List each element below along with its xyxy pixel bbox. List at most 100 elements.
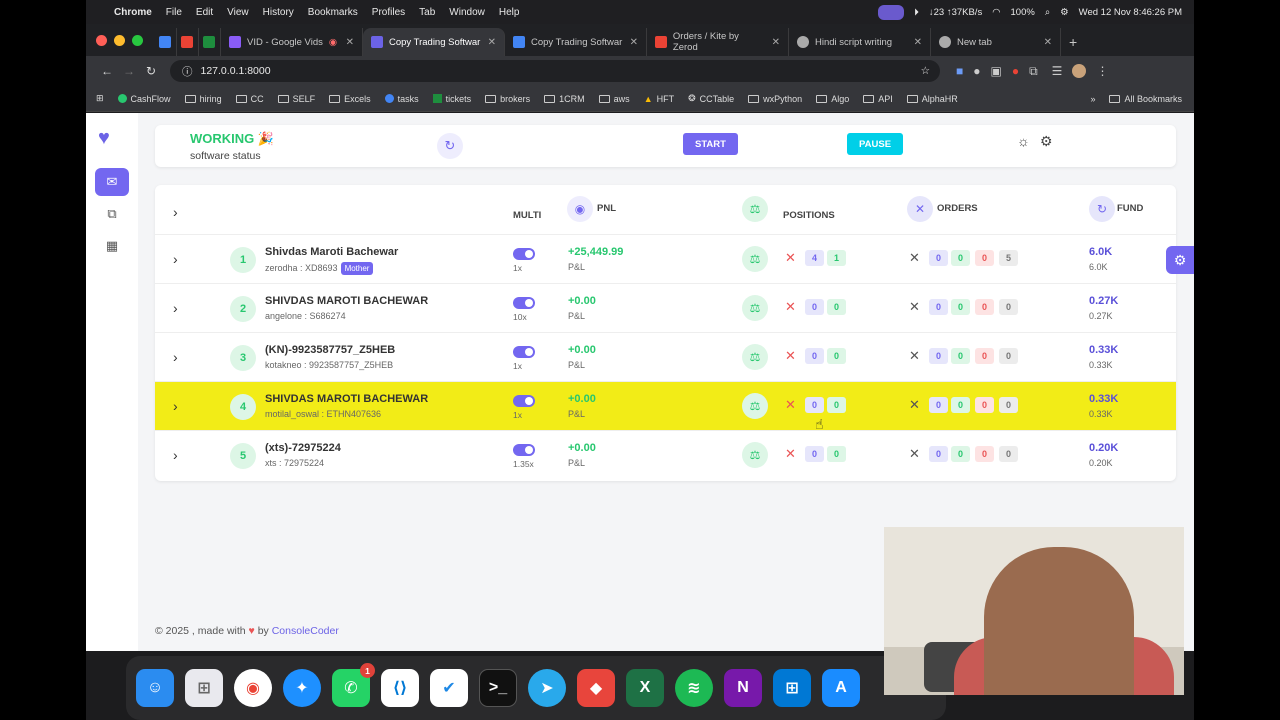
expand-all-chevron-icon[interactable]: › xyxy=(173,204,178,220)
close-all-orders-icon[interactable]: ✕ xyxy=(907,196,933,222)
minimize-window-button[interactable] xyxy=(114,35,125,46)
scale-icon[interactable]: ⚖ xyxy=(742,344,768,370)
close-window-button[interactable] xyxy=(96,35,107,46)
close-tab-icon[interactable]: ✕ xyxy=(772,37,780,48)
cancel-orders-icon[interactable]: ✕ xyxy=(909,299,920,315)
menu-tab[interactable]: Tab xyxy=(419,7,435,18)
scale-icon[interactable]: ⚖ xyxy=(742,295,768,321)
extension-icon[interactable]: ● xyxy=(1012,64,1019,78)
clock[interactable]: Wed 12 Nov 8:46:26 PM xyxy=(1079,7,1182,18)
bookmark-star-icon[interactable]: ☆ xyxy=(921,65,930,77)
expand-row-chevron-icon[interactable]: › xyxy=(173,349,178,365)
onenote-icon[interactable]: N xyxy=(724,669,762,707)
sidebar-item-mail[interactable]: ✉ xyxy=(95,168,129,196)
tab-vids[interactable]: VID - Google Vids ◉ ✕ xyxy=(221,28,363,56)
expand-row-chevron-icon[interactable]: › xyxy=(173,398,178,414)
close-tab-icon[interactable]: ✕ xyxy=(1044,37,1052,48)
extension-icon[interactable]: ■ xyxy=(956,64,963,78)
table-row[interactable]: › 1 Shivdas Maroti Bachewar zerodha : XD… xyxy=(155,235,1176,284)
bookmark-hft[interactable]: ▲ HFT xyxy=(644,94,674,104)
bookmark-alphahr[interactable]: AlphaHR xyxy=(906,94,958,104)
extensions-puzzle-icon[interactable]: ⧉ xyxy=(1029,64,1038,79)
tab-kite-orders[interactable]: Orders / Kite by Zerod ✕ xyxy=(647,28,789,56)
reading-list-icon[interactable]: ☰ xyxy=(1052,64,1063,78)
excel-icon[interactable]: X xyxy=(626,669,664,707)
bookmark-self[interactable]: SELF xyxy=(277,94,315,104)
close-positions-icon[interactable]: ✕ xyxy=(785,446,796,462)
close-positions-icon[interactable]: ✕ xyxy=(785,250,796,266)
url-field[interactable]: ⓘ 127.0.0.1:8000 ☆ xyxy=(170,60,940,82)
scale-icon[interactable]: ⚖ xyxy=(742,393,768,419)
launchpad-icon[interactable]: ⊞ xyxy=(185,669,223,707)
close-tab-icon[interactable]: ✕ xyxy=(488,37,496,48)
bookmark-aws[interactable]: aws xyxy=(598,94,630,104)
windows-app-icon[interactable]: ⊞ xyxy=(773,669,811,707)
app-logo-icon[interactable]: ♥ xyxy=(98,127,110,150)
multiplier-toggle[interactable] xyxy=(513,297,535,309)
cancel-orders-icon[interactable]: ✕ xyxy=(909,250,920,266)
expand-row-chevron-icon[interactable]: › xyxy=(173,447,178,463)
close-positions-icon[interactable]: ✕ xyxy=(785,299,796,315)
menu-bookmarks[interactable]: Bookmarks xyxy=(308,7,358,18)
site-info-icon[interactable]: ⓘ xyxy=(182,64,193,79)
menu-view[interactable]: View xyxy=(227,7,249,18)
bookmark-tickets[interactable]: tickets xyxy=(432,94,471,104)
tab-pinned-gmail[interactable] xyxy=(177,28,199,56)
close-tab-icon[interactable]: ✕ xyxy=(346,37,354,48)
safari-icon[interactable]: ✦ xyxy=(283,669,321,707)
scale-icon[interactable]: ⚖ xyxy=(742,246,768,272)
apps-grid-icon[interactable]: ⊞ xyxy=(96,93,104,104)
extension-icon[interactable]: ▣ xyxy=(991,64,1002,78)
bookmark-wxpython[interactable]: wxPython xyxy=(748,94,802,104)
whatsapp-icon[interactable]: ✆ 1 xyxy=(332,663,375,707)
table-row[interactable]: › 2 SHIVDAS MAROTI BACHEWAR angelone : S… xyxy=(155,284,1176,333)
start-button[interactable]: START xyxy=(683,133,738,155)
pause-button[interactable]: PAUSE xyxy=(847,133,904,155)
maximize-window-button[interactable] xyxy=(132,35,143,46)
battery-level[interactable]: 100% xyxy=(1011,7,1035,18)
multiplier-toggle[interactable] xyxy=(513,346,535,358)
menu-profiles[interactable]: Profiles xyxy=(372,7,405,18)
customizer-gear-icon[interactable]: ⚙ xyxy=(1166,246,1194,274)
close-tab-icon[interactable]: ✕ xyxy=(630,37,638,48)
sidebar-item-calendar[interactable]: ▦ xyxy=(95,232,129,260)
play-icon[interactable]: ⏵ xyxy=(914,7,919,18)
forward-icon[interactable]: → xyxy=(118,64,140,78)
menu-app[interactable]: Chrome xyxy=(114,7,152,18)
table-row-highlighted[interactable]: › 4 SHIVDAS MAROTI BACHEWAR motilal_oswa… xyxy=(155,382,1176,432)
close-tab-icon[interactable]: ✕ xyxy=(914,37,922,48)
terminal-icon[interactable]: >_ xyxy=(479,669,517,707)
expand-row-chevron-icon[interactable]: › xyxy=(173,300,178,316)
sidebar-item-chat[interactable]: ⧉ xyxy=(95,200,129,228)
vscode-icon[interactable]: ⟨⟩ xyxy=(381,669,419,707)
todo-icon[interactable]: ✔ xyxy=(430,669,468,707)
tab-copy-trading-2[interactable]: Copy Trading Softwar ✕ xyxy=(505,28,647,56)
tab-new[interactable]: New tab ✕ xyxy=(931,28,1061,56)
settings-gear-icon[interactable]: ⚙ xyxy=(1040,133,1053,150)
bookmark-1crm[interactable]: 1CRM xyxy=(544,94,585,104)
chrome-icon[interactable]: ◉ xyxy=(234,669,272,707)
refresh-fund-icon[interactable]: ↻ xyxy=(1089,196,1115,222)
scale-icon[interactable]: ⚖ xyxy=(742,196,768,222)
wifi-icon[interactable]: ◠ xyxy=(992,7,1000,18)
menu-file[interactable]: File xyxy=(166,7,182,18)
menu-window[interactable]: Window xyxy=(449,7,485,18)
extension-icon[interactable]: ● xyxy=(973,64,980,78)
bookmark-tasks[interactable]: tasks xyxy=(384,94,419,104)
bookmark-cc[interactable]: CC xyxy=(235,94,264,104)
bookmarks-overflow-icon[interactable]: » xyxy=(1090,94,1095,104)
table-row[interactable]: › 3 (KN)-9923587757_Z5HEB kotakneo : 992… xyxy=(155,333,1176,382)
bookmark-hiring[interactable]: hiring xyxy=(184,94,222,104)
cancel-orders-icon[interactable]: ✕ xyxy=(909,446,920,462)
cancel-orders-icon[interactable]: ✕ xyxy=(909,397,920,413)
app-store-icon[interactable]: A xyxy=(822,669,860,707)
close-positions-icon[interactable]: ✕ xyxy=(785,397,796,413)
table-row[interactable]: › 5 (xts)-72975224 xts : 72975224 1.35x … xyxy=(155,431,1176,480)
theme-sun-icon[interactable]: ☼ xyxy=(1017,133,1030,150)
control-center-icon[interactable]: ⚙ xyxy=(1060,7,1069,18)
refresh-icon[interactable]: ↻ xyxy=(437,133,463,159)
avatar[interactable] xyxy=(1072,64,1087,78)
bookmark-api[interactable]: API xyxy=(863,94,893,104)
scale-icon[interactable]: ⚖ xyxy=(742,442,768,468)
new-tab-button[interactable]: + xyxy=(1061,28,1085,56)
